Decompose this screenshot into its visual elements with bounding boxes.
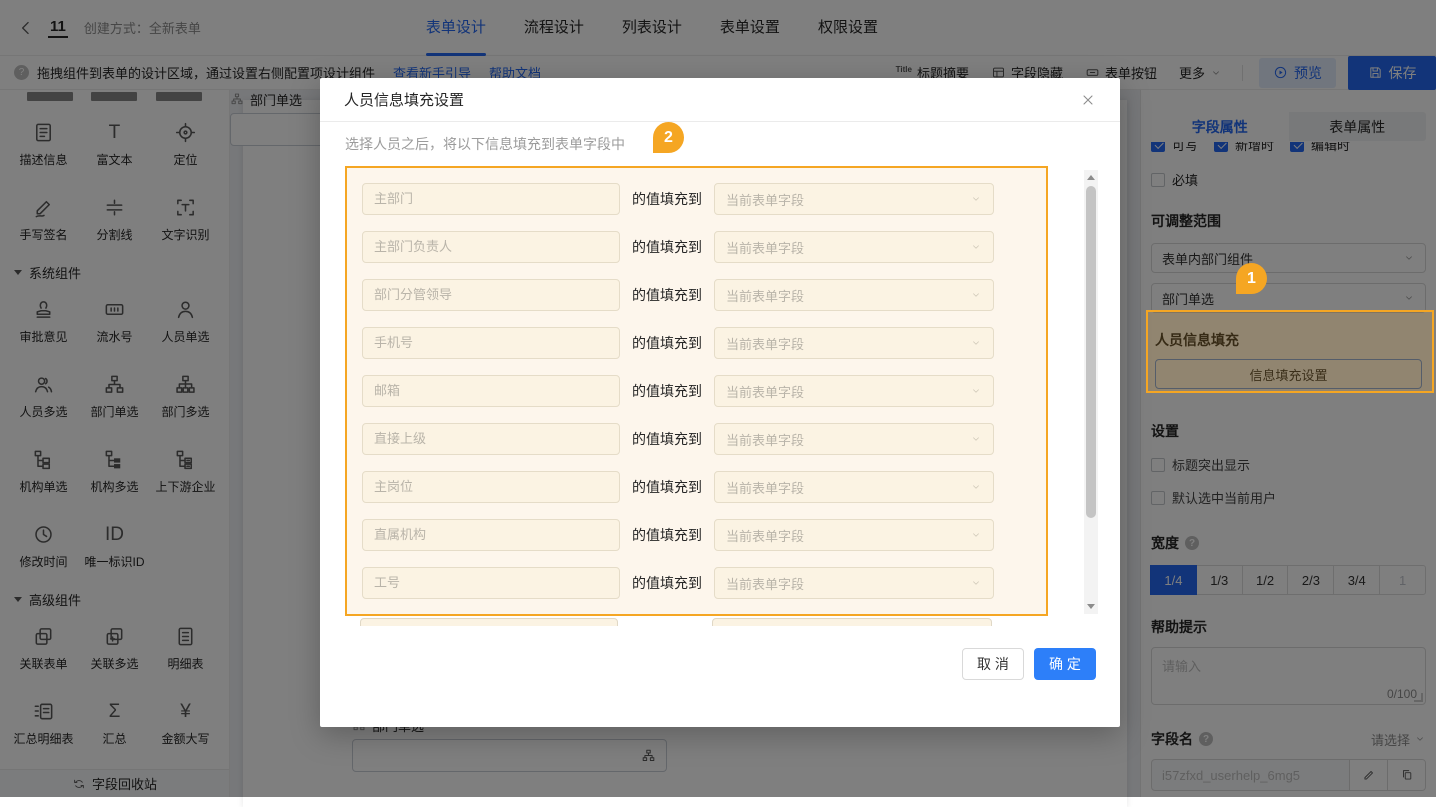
target-field-select[interactable]: 当前表单字段 [714, 519, 994, 551]
target-field-select[interactable]: 当前表单字段 [714, 423, 994, 455]
chevron-down-icon [970, 337, 982, 349]
dialog-header: 人员信息填充设置 [320, 78, 1120, 122]
scrollbar-thumb[interactable] [1086, 186, 1096, 518]
cancel-button[interactable]: 取 消 [962, 648, 1024, 680]
target-field-select[interactable]: 当前表单字段 [714, 375, 994, 407]
chevron-down-icon [970, 577, 982, 589]
select-placeholder: 当前表单字段 [726, 430, 804, 449]
fill-mapping-row: 手机号 的值填充到 当前表单字段 [362, 327, 1046, 359]
source-field-input: 直接上级 [362, 423, 620, 455]
target-field-select[interactable]: 当前表单字段 [714, 231, 994, 263]
guide-step-badge-2: 2 [653, 122, 684, 153]
scroll-down-icon[interactable] [1087, 604, 1095, 609]
chevron-down-icon [970, 529, 982, 541]
mapping-label: 的值填充到 [632, 189, 702, 209]
select-placeholder: 当前表单字段 [726, 334, 804, 353]
source-field-input: 主部门负责人 [362, 231, 620, 263]
source-field-input: 主岗位 [362, 471, 620, 503]
close-icon[interactable] [1080, 92, 1096, 108]
chevron-down-icon [970, 385, 982, 397]
dialog-title: 人员信息填充设置 [344, 89, 1080, 110]
chevron-down-icon [970, 433, 982, 445]
source-field-input: 邮箱 [362, 375, 620, 407]
select-placeholder: 当前表单字段 [726, 574, 804, 593]
fill-mapping-row: 邮箱 的值填充到 当前表单字段 [362, 375, 1046, 407]
mapping-label: 的值填充到 [632, 525, 702, 545]
select-placeholder: 当前表单字段 [726, 238, 804, 257]
fill-mapping-row: 主岗位 的值填充到 当前表单字段 [362, 471, 1046, 503]
dialog-scrollbar[interactable] [1084, 170, 1098, 614]
fill-mapping-row: 主部门 的值填充到 当前表单字段 [362, 183, 1046, 215]
fill-mapping-list: 主部门 的值填充到 当前表单字段 主部门负责人 的值填充到 当前表单字段 部门分… [345, 166, 1048, 616]
clipped-next-row [345, 618, 1048, 626]
person-info-fill-dialog: 人员信息填充设置 选择人员之后，将以下信息填充到表单字段中 主部门 的值填充到 … [320, 78, 1120, 727]
select-placeholder: 当前表单字段 [726, 286, 804, 305]
source-field-input: 主部门 [362, 183, 620, 215]
select-placeholder: 当前表单字段 [726, 478, 804, 497]
select-placeholder: 当前表单字段 [726, 526, 804, 545]
source-field-input: 直属机构 [362, 519, 620, 551]
target-field-select[interactable]: 当前表单字段 [714, 183, 994, 215]
chevron-down-icon [970, 289, 982, 301]
select-placeholder: 当前表单字段 [726, 190, 804, 209]
dialog-footer: 取 消 确 定 [320, 648, 1096, 680]
guide-step-badge-1: 1 [1236, 263, 1267, 294]
dialog-subtitle: 选择人员之后，将以下信息填充到表单字段中 [345, 134, 1096, 154]
mapping-label: 的值填充到 [632, 237, 702, 257]
mapping-label: 的值填充到 [632, 381, 702, 401]
source-field-input: 手机号 [362, 327, 620, 359]
source-field-input: 部门分管领导 [362, 279, 620, 311]
source-field-input: 工号 [362, 567, 620, 599]
chevron-down-icon [970, 481, 982, 493]
fill-mapping-row: 直属机构 的值填充到 当前表单字段 [362, 519, 1046, 551]
chevron-down-icon [970, 193, 982, 205]
select-placeholder: 当前表单字段 [726, 382, 804, 401]
fill-mapping-row: 部门分管领导 的值填充到 当前表单字段 [362, 279, 1046, 311]
mapping-label: 的值填充到 [632, 333, 702, 353]
mapping-label: 的值填充到 [632, 573, 702, 593]
fill-mapping-row: 直接上级 的值填充到 当前表单字段 [362, 423, 1046, 455]
mapping-label: 的值填充到 [632, 429, 702, 449]
target-field-select[interactable]: 当前表单字段 [714, 567, 994, 599]
confirm-button[interactable]: 确 定 [1034, 648, 1096, 680]
fill-mapping-row: 工号 的值填充到 当前表单字段 [362, 567, 1046, 599]
mapping-label: 的值填充到 [632, 477, 702, 497]
target-field-select[interactable]: 当前表单字段 [714, 279, 994, 311]
target-field-select[interactable]: 当前表单字段 [714, 327, 994, 359]
mapping-label: 的值填充到 [632, 285, 702, 305]
target-field-select[interactable]: 当前表单字段 [714, 471, 994, 503]
fill-mapping-row: 主部门负责人 的值填充到 当前表单字段 [362, 231, 1046, 263]
scroll-up-icon[interactable] [1087, 175, 1095, 180]
chevron-down-icon [970, 241, 982, 253]
